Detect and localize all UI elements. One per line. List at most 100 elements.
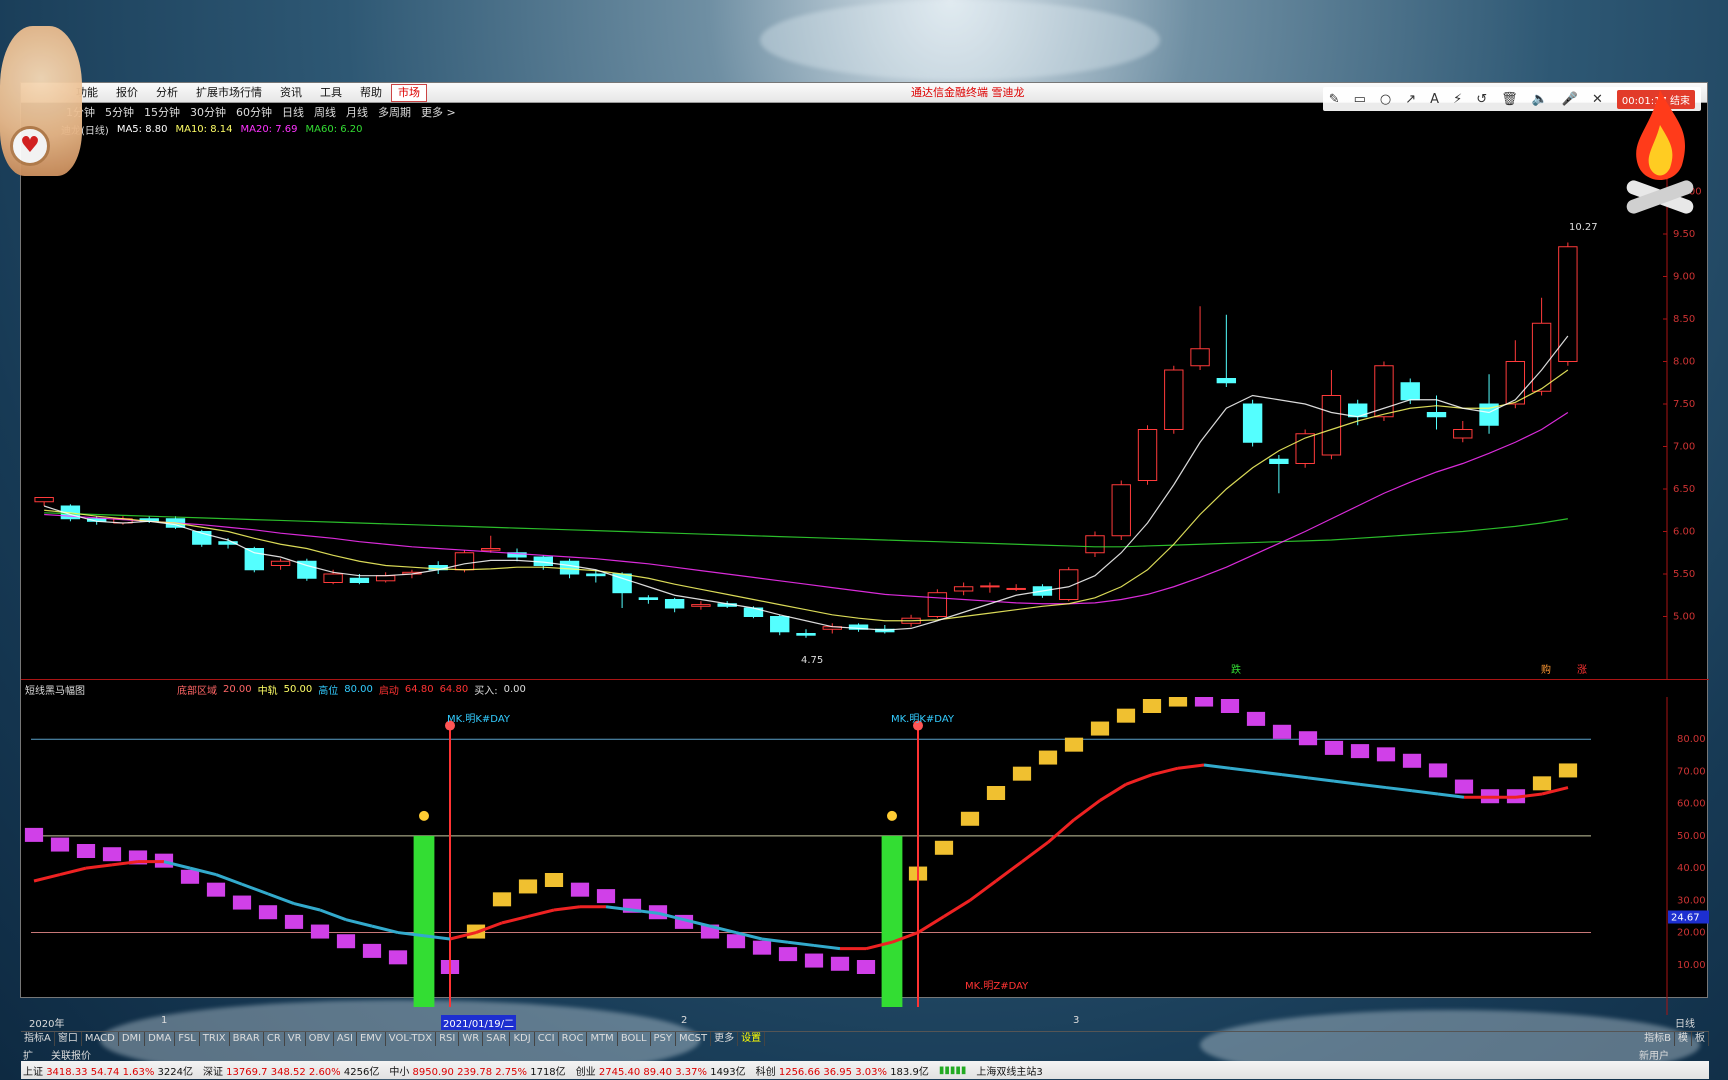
tab-template[interactable]: 模 (1675, 1032, 1692, 1046)
trend-line-segment (553, 905, 581, 912)
indicator-bar (804, 953, 824, 968)
indicator-tick-label: 10.00 (1677, 960, 1706, 971)
indicator-tick-label: 80.00 (1677, 734, 1706, 745)
trend-line-segment (1125, 773, 1153, 786)
tab-vol-tdx[interactable]: VOL-TDX (386, 1032, 437, 1046)
tab-obv[interactable]: OBV (306, 1032, 334, 1046)
indicator-bar (50, 837, 70, 852)
trend-line-segment (1307, 776, 1335, 783)
tab-roc[interactable]: ROC (559, 1032, 588, 1046)
tab-cci[interactable]: CCI (535, 1032, 559, 1046)
tab-dma[interactable]: DMA (145, 1032, 176, 1046)
indicator-legend: 短线黑马幅图 底部区域 20.00 中轨 50.00 高位 80.00 启动 6… (21, 681, 1709, 697)
trend-line-segment (813, 943, 841, 951)
tab-sar[interactable]: SAR (483, 1032, 511, 1046)
tab-macd[interactable]: MACD (82, 1032, 119, 1046)
tab-brar[interactable]: BRAR (230, 1032, 264, 1046)
indicator-tabs: 指标A 窗口 MACD DMI DMA FSL TRIX BRAR CR VR … (21, 1031, 1709, 1046)
new-user-link[interactable]: 新用户 (1639, 1047, 1709, 1062)
tab-wr[interactable]: WR (459, 1032, 484, 1046)
index-kc[interactable]: 科创 1256.66 36.95 3.03% 183.9亿 (756, 1063, 929, 1078)
indicator-label-high: 高位 (318, 685, 339, 697)
index-sz[interactable]: 深证 13769.7 348.52 2.60% 4256亿 (203, 1063, 379, 1078)
tab-trix[interactable]: TRIX (200, 1032, 230, 1046)
indicator-bar (596, 889, 616, 904)
axis-year: 2020年 (29, 1019, 65, 1030)
tab-asi[interactable]: ASI (334, 1032, 357, 1046)
indicator-chart[interactable]: 80.00 70.00 60.00 50.00 40.00 30.00 20.00 10.00… (21, 697, 1709, 1015)
indicator-bar (1324, 740, 1344, 755)
price-tick-label: 6.50 (1673, 484, 1695, 495)
menu-item-quote[interactable]: 报价 (107, 83, 147, 103)
tab-dmi[interactable]: DMI (119, 1032, 146, 1046)
tab-indicator-b[interactable]: 指标B (1641, 1032, 1675, 1046)
period-more[interactable]: 更多 > (416, 104, 461, 120)
period-5min[interactable]: 5分钟 (100, 104, 139, 120)
tab-psy[interactable]: PSY (651, 1032, 677, 1046)
index-cy[interactable]: 创业 2745.40 89.40 3.37% 1493亿 (576, 1063, 746, 1078)
indicator-bar (1194, 697, 1214, 707)
tab-more[interactable]: 更多 (711, 1032, 739, 1046)
ma-legend: 迪龙(日线) MA5: 8.80 MA10: 8.14 MA20: 7.69 M… (61, 121, 363, 137)
tab-boll[interactable]: BOLL (618, 1032, 651, 1046)
current-value-label: 24.67 (1671, 913, 1700, 924)
trend-line-segment (85, 863, 113, 870)
indicator-bar (1064, 737, 1084, 752)
indicator-bar (1298, 731, 1318, 746)
indicator-label-buy: 买入: (474, 685, 498, 697)
period-multi[interactable]: 多周期 (373, 104, 416, 120)
indicator-name[interactable]: 短线黑马幅图 (25, 682, 85, 697)
tab-kdj[interactable]: KDJ (510, 1032, 535, 1046)
tab-emv[interactable]: EMV (357, 1032, 386, 1046)
related-quote-button[interactable]: 关联报价 (51, 1047, 91, 1062)
tab-mcst[interactable]: MCST (676, 1032, 712, 1046)
trend-line-segment (943, 899, 971, 918)
period-toolbar: 1分钟 5分钟 15分钟 30分钟 60分钟 日线 周线 月线 多周期 更多 > (21, 103, 1707, 121)
candlestick-chart[interactable]: 10.009.509.008.508.007.507.006.506.005.5… (21, 139, 1709, 679)
indicator-tick-label: 20.00 (1677, 928, 1706, 939)
indicator-bar (1454, 779, 1474, 794)
index-zx[interactable]: 中小 8950.90 239.78 2.75% 1718亿 (389, 1063, 565, 1078)
menu-item-analysis[interactable]: 分析 (147, 83, 187, 103)
trend-line-segment (33, 873, 61, 883)
signal-fall: 跌 (1231, 663, 1241, 676)
trend-line-segment (501, 914, 529, 925)
period-15min[interactable]: 15分钟 (139, 104, 185, 120)
indicator-label-bottom: 底部区域 (177, 685, 217, 697)
candle-body (927, 592, 948, 618)
menu-item-news[interactable]: 资讯 (271, 83, 311, 103)
period-daily[interactable]: 日线 (277, 104, 309, 120)
period-30min[interactable]: 30分钟 (185, 104, 231, 120)
menu-item-tools[interactable]: 工具 (311, 83, 351, 103)
indicator-label-start: 启动 (378, 685, 399, 697)
indicator-value-mid: 50.00 (283, 683, 313, 695)
tab-vr[interactable]: VR (285, 1032, 306, 1046)
trend-line-segment (293, 902, 321, 912)
expand-button[interactable]: 扩 (23, 1047, 33, 1062)
tab-fsl[interactable]: FSL (175, 1032, 200, 1046)
tab-rsi[interactable]: RSI (436, 1032, 460, 1046)
period-weekly[interactable]: 周线 (309, 104, 341, 120)
menu-item-extended-market[interactable]: 扩展市场行情 (187, 83, 271, 103)
trend-line-segment (1151, 766, 1179, 777)
trend-line-segment (1437, 792, 1465, 799)
trend-line-segment (969, 879, 997, 902)
tab-settings[interactable]: 设置 (738, 1032, 766, 1046)
campfire-sticker (1626, 90, 1694, 214)
tab-indicator-a[interactable]: 指标A (21, 1032, 55, 1046)
indicator-bar (206, 882, 226, 897)
candle-body (1216, 378, 1237, 384)
tab-mtm[interactable]: MTM (587, 1032, 618, 1046)
signal-marker (419, 810, 429, 821)
price-tick-label: 9.50 (1673, 229, 1695, 240)
tab-cr[interactable]: CR (264, 1032, 285, 1046)
period-60min[interactable]: 60分钟 (231, 104, 277, 120)
trend-line-segment (59, 866, 87, 877)
tab-window[interactable]: 窗口 (55, 1032, 82, 1046)
menu-item-help[interactable]: 帮助 (351, 83, 391, 103)
period-monthly[interactable]: 月线 (341, 104, 373, 120)
index-sh[interactable]: 上证 3418.33 54.74 1.63% 3224亿 (23, 1063, 193, 1078)
candle-body (1242, 403, 1263, 443)
menu-item-market[interactable]: 市场 (391, 83, 427, 102)
tab-board[interactable]: 板 (1692, 1032, 1709, 1046)
